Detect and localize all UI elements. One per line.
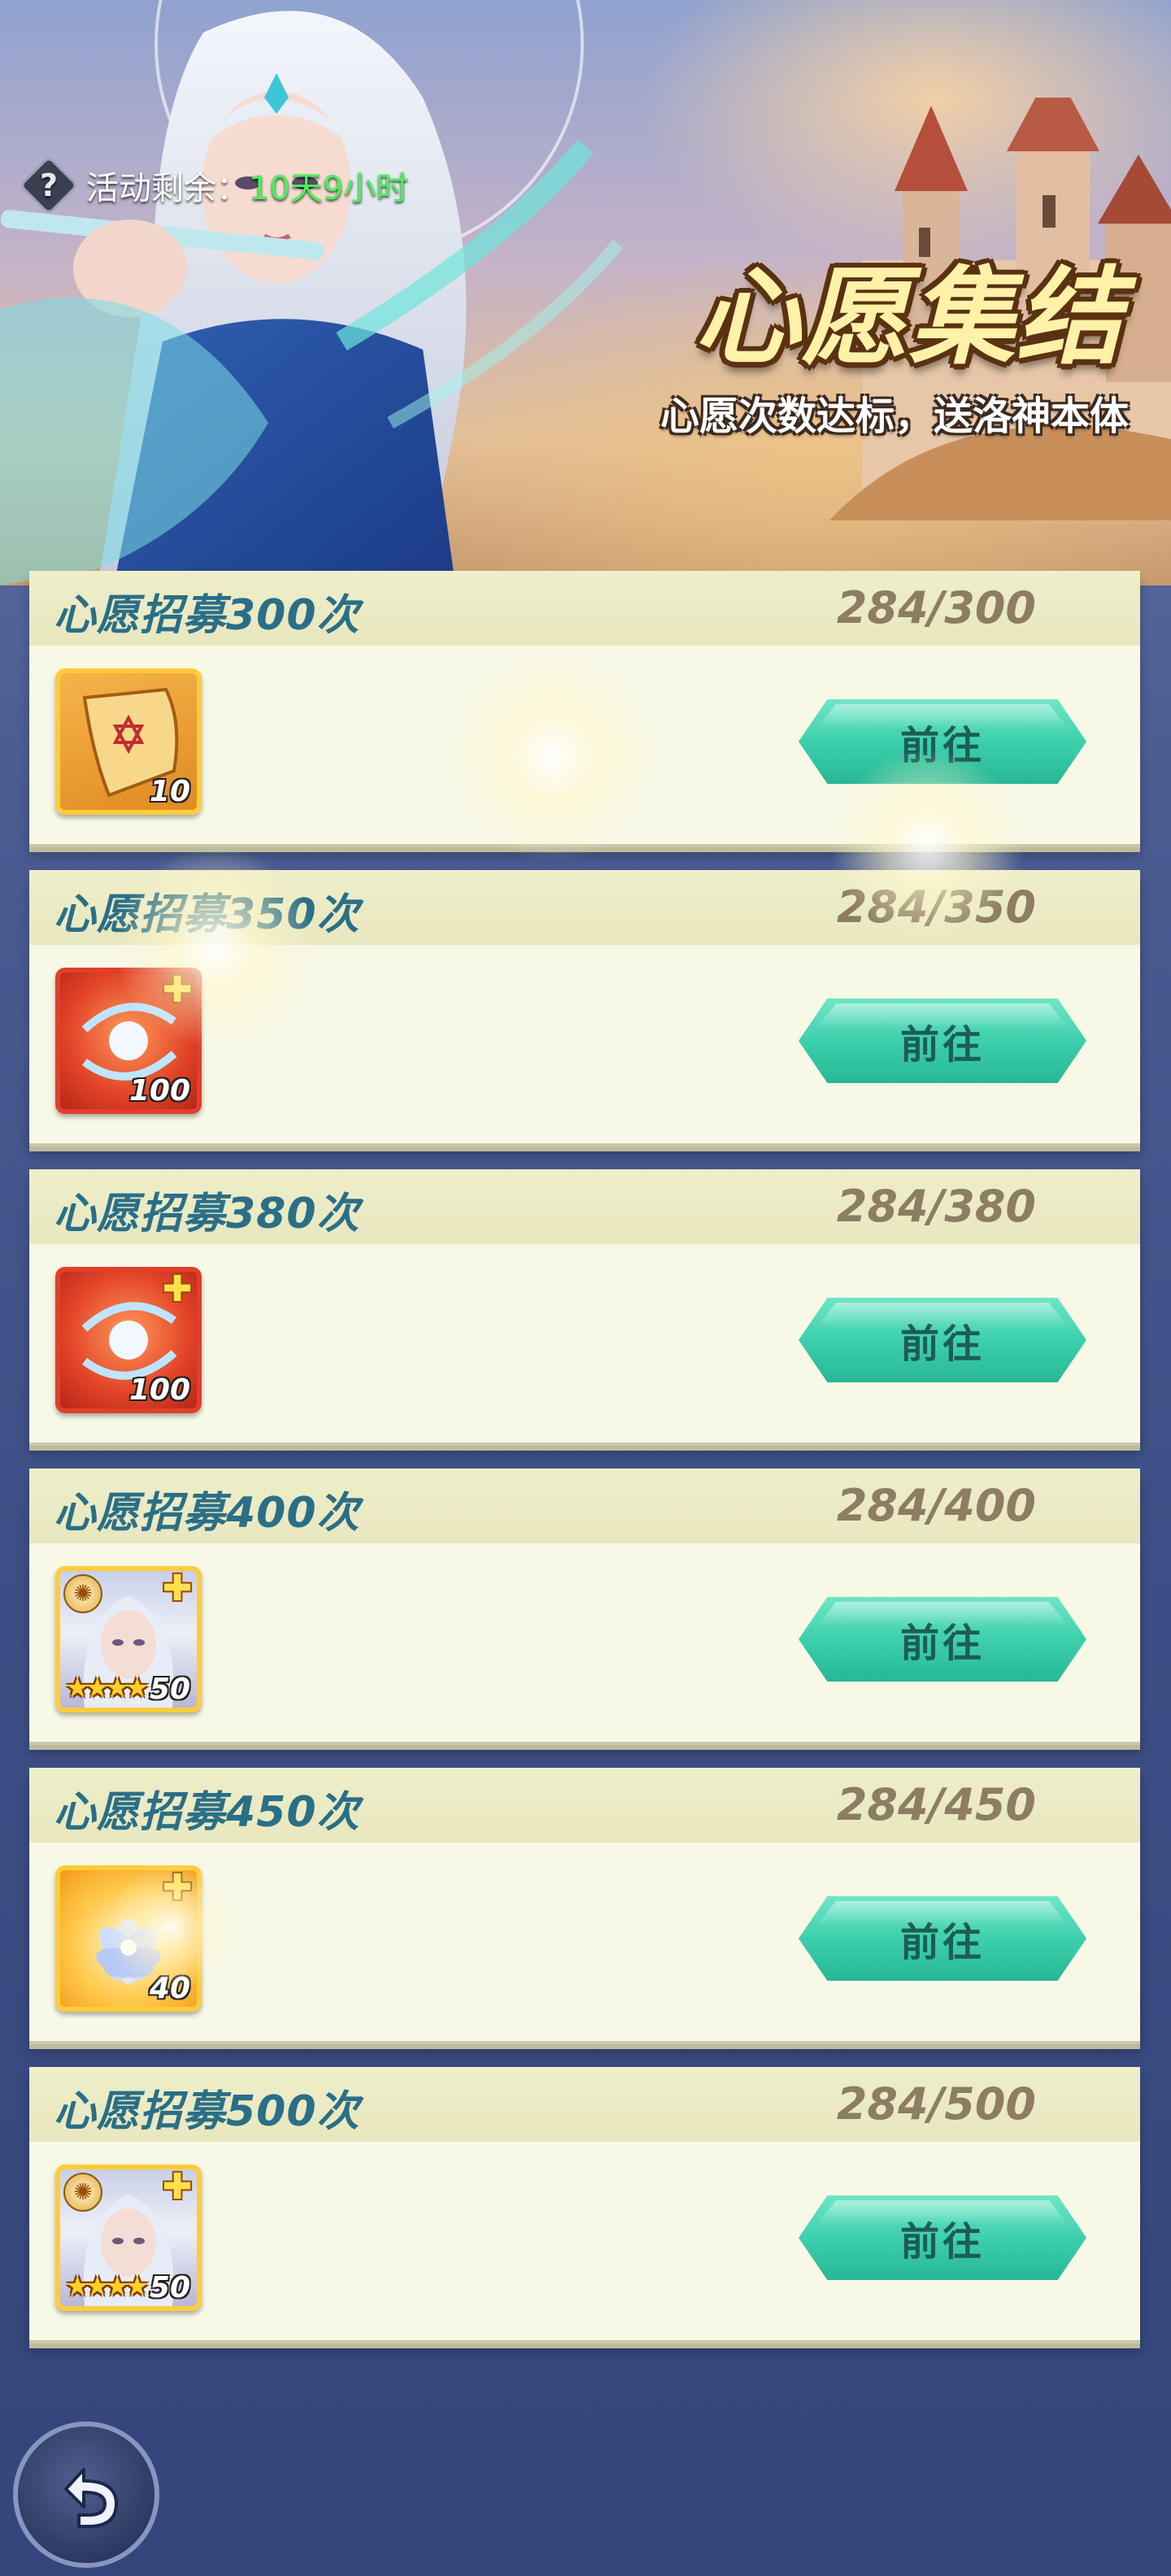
element-badge-icon: ✺ <box>63 1574 102 1613</box>
milestone-label: 心愿招募350次 <box>54 890 360 939</box>
milestone-progress: 284/350 <box>836 881 1036 933</box>
milestone-card: 心愿招募300次 284/300 10 前往 <box>29 571 1140 847</box>
milestone-label: 心愿招募400次 <box>54 1489 360 1538</box>
milestone-label: 心愿招募380次 <box>54 1190 360 1238</box>
plus-icon: ✚ <box>162 1867 193 1908</box>
milestone-card: 心愿招募350次 284/350 ✚ 100 前往 <box>29 870 1140 1147</box>
reward-count: 40 <box>149 1972 190 2005</box>
star-rating-icon: ★★★★ <box>65 2270 150 2303</box>
plus-icon: ✚ <box>162 2166 193 2208</box>
go-button[interactable]: 前往 <box>799 2195 1086 2280</box>
help-icon[interactable]: ? <box>23 159 75 211</box>
milestone-progress: 284/380 <box>836 1181 1036 1232</box>
milestone-progress: 284/400 <box>836 1480 1036 1531</box>
milestone-card: 心愿招募500次 284/500 ✺ ✚ ★★★★ 50 前往 <box>29 2067 1140 2343</box>
event-subtitle: 心愿次数达标，送洛神本体 <box>660 394 1129 439</box>
star-rating-icon: ★★★★ <box>65 1672 150 1704</box>
back-arrow-icon <box>64 2468 118 2528</box>
milestone-label: 心愿招募450次 <box>54 1788 360 1837</box>
lotus-icon[interactable]: ✚ 40 <box>55 1865 202 2012</box>
reward-count: 50 <box>149 1673 190 1706</box>
go-button[interactable]: 前往 <box>799 699 1086 784</box>
event-banner: ? 活动剩余： 10天9小时 心愿集结 心愿次数达标，送洛神本体 <box>0 0 1171 585</box>
milestone-card: 心愿招募450次 284/450 ✚ 40 前往 <box>29 1768 1140 2044</box>
orb-icon[interactable]: ✚ 100 <box>55 968 202 1114</box>
milestone-progress: 284/450 <box>836 1779 1036 1830</box>
milestone-card: 心愿招募400次 284/400 ✺ ✚ ★★★★ 50 前往 <box>29 1469 1140 1745</box>
back-button[interactable] <box>13 2422 159 2568</box>
milestone-card: 心愿招募380次 284/380 ✚ 100 前往 <box>29 1169 1140 1446</box>
reward-count: 100 <box>128 1373 190 1407</box>
go-button[interactable]: 前往 <box>799 999 1086 1083</box>
go-button[interactable]: 前往 <box>799 1597 1086 1682</box>
milestone-label: 心愿招募500次 <box>54 2087 360 2136</box>
event-title: 心愿集结 <box>694 255 1124 379</box>
plus-icon: ✚ <box>162 1268 193 1310</box>
orb-icon[interactable]: ✚ 100 <box>55 1267 202 1413</box>
reward-count: 10 <box>149 775 190 808</box>
go-button[interactable]: 前往 <box>799 1896 1086 1981</box>
heroine-illustration <box>0 11 624 585</box>
go-button[interactable]: 前往 <box>799 1298 1086 1382</box>
timer-label: 活动剩余： <box>86 170 249 207</box>
element-badge-icon: ✺ <box>63 2173 102 2212</box>
milestone-progress: 284/300 <box>836 582 1036 633</box>
milestone-progress: 284/500 <box>836 2078 1036 2130</box>
hero-portrait-icon[interactable]: ✺ ✚ ★★★★ 50 <box>55 1566 202 1712</box>
scroll-icon[interactable]: 10 <box>55 668 202 815</box>
reward-count: 100 <box>128 1074 190 1107</box>
plus-icon: ✚ <box>162 969 193 1011</box>
reward-count: 50 <box>149 2271 190 2304</box>
milestone-label: 心愿招募300次 <box>54 591 360 640</box>
event-timer: ? 活动剩余： 10天9小时 <box>23 153 408 218</box>
timer-value: 10天9小时 <box>249 170 409 207</box>
plus-icon: ✚ <box>162 1568 193 1609</box>
hero-portrait-icon[interactable]: ✺ ✚ ★★★★ 50 <box>55 2165 202 2311</box>
